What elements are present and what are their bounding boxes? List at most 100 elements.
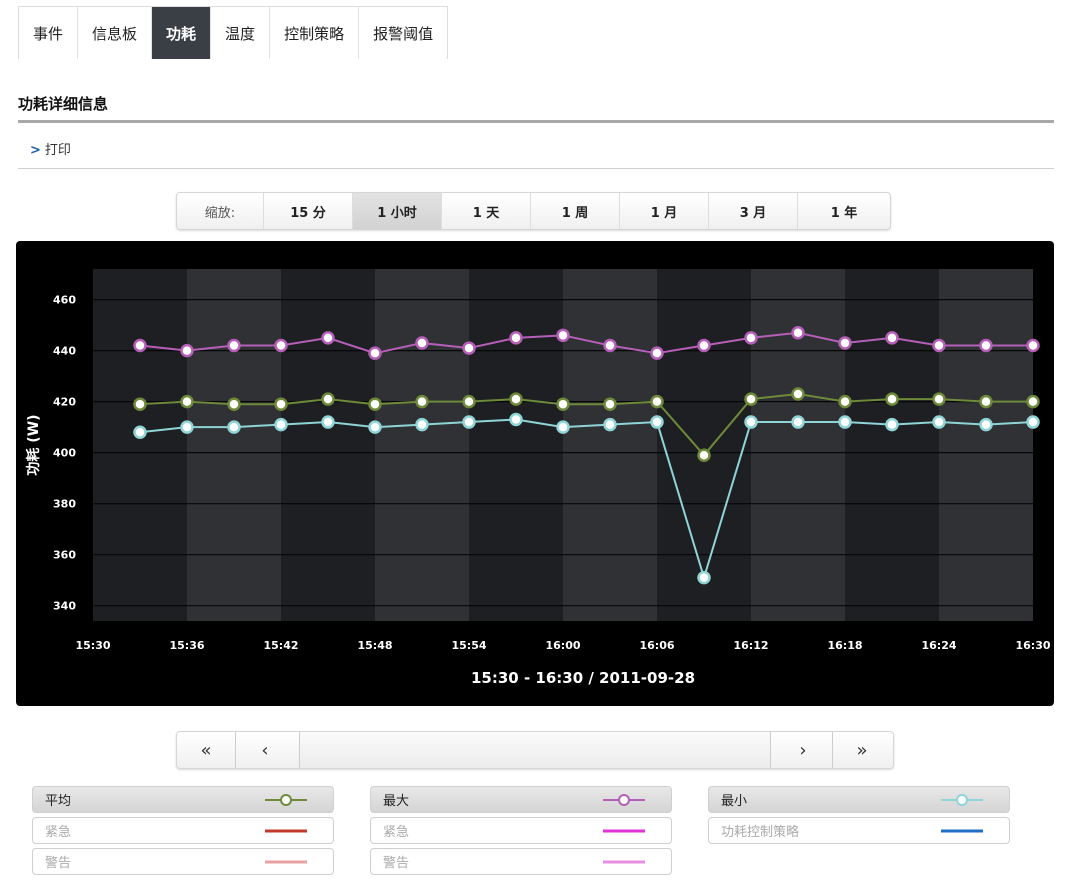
data-point — [180, 343, 194, 358]
line-marker-icon — [265, 793, 307, 806]
legend-avg[interactable]: 平均 — [32, 786, 334, 813]
data-point — [744, 331, 758, 345]
data-point — [462, 394, 476, 409]
data-point — [932, 415, 946, 429]
data-point — [274, 397, 288, 411]
line-icon — [603, 829, 645, 832]
data-point — [415, 394, 429, 409]
data-point — [368, 346, 382, 360]
tab-alarm-threshold[interactable]: 报警阈值 — [359, 7, 447, 59]
legend-column-1: 平均 紧急 警告 — [32, 786, 334, 879]
data-point — [556, 420, 570, 434]
data-point — [885, 331, 899, 345]
plot-band — [751, 269, 845, 621]
legend-max-critical[interactable]: 紧急 — [370, 817, 672, 844]
plot-band — [563, 269, 657, 621]
plot-band — [281, 269, 375, 621]
data-point — [885, 417, 899, 432]
tab-temperature[interactable]: 温度 — [211, 7, 271, 59]
y-tick-label: 420 — [53, 396, 76, 409]
tab-events[interactable]: 事件 — [19, 7, 79, 59]
legend-max-warning[interactable]: 警告 — [370, 848, 672, 875]
y-tick-label: 340 — [53, 600, 76, 613]
x-tick-label: 15:48 — [357, 639, 392, 652]
double-chevron-left-icon: « — [200, 739, 212, 761]
legend-max[interactable]: 最大 — [370, 786, 672, 813]
plot-band — [375, 269, 469, 621]
data-point — [227, 420, 241, 434]
print-label: 打印 — [44, 143, 71, 158]
title-divider — [18, 120, 1054, 123]
legend-avg-critical[interactable]: 紧急 — [32, 817, 334, 844]
data-point — [650, 346, 664, 360]
chevron-right-icon: > — [30, 143, 41, 158]
last-page-button[interactable]: » — [833, 732, 891, 768]
data-point — [368, 397, 382, 411]
print-link[interactable]: > 打印 — [30, 139, 71, 158]
zoom-1month-button[interactable]: 1 月 — [620, 193, 709, 229]
data-point — [603, 397, 617, 411]
legend-column-3: 最小 功耗控制策略 — [708, 786, 1010, 848]
legend-avg-warning[interactable]: 警告 — [32, 848, 334, 875]
x-tick-label: 15:54 — [451, 639, 486, 652]
data-point — [274, 417, 288, 432]
legend-power-policy[interactable]: 功耗控制策略 — [708, 817, 1010, 844]
data-point — [1026, 394, 1040, 409]
y-tick-label: 460 — [53, 294, 76, 307]
data-point — [791, 326, 805, 340]
print-divider — [18, 168, 1054, 169]
legend-label: 警告 — [45, 856, 72, 871]
zoom-15min-button[interactable]: 15 分 — [264, 193, 353, 229]
tab-power[interactable]: 功耗 — [152, 7, 212, 59]
data-point — [462, 341, 476, 355]
tab-control-policy[interactable]: 控制策略 — [270, 7, 360, 59]
legend-label: 紧急 — [45, 825, 72, 840]
legend-label: 最大 — [383, 794, 410, 809]
data-point — [180, 420, 194, 434]
zoom-1week-button[interactable]: 1 周 — [531, 193, 620, 229]
legend-label: 最小 — [721, 794, 748, 809]
chevron-left-icon: ‹ — [261, 739, 269, 761]
data-point — [697, 570, 711, 585]
data-point — [979, 338, 993, 353]
zoom-3month-button[interactable]: 3 月 — [709, 193, 798, 229]
x-tick-label: 16:06 — [639, 639, 674, 652]
data-point — [227, 338, 241, 353]
legend-label: 功耗控制策略 — [721, 825, 800, 840]
plot-band — [93, 269, 187, 621]
data-point — [509, 412, 523, 427]
data-point — [932, 338, 946, 353]
tab-dashboard[interactable]: 信息板 — [78, 7, 153, 59]
time-scrollbar[interactable] — [299, 732, 771, 768]
x-tick-label: 15:36 — [169, 639, 204, 652]
data-point — [180, 394, 194, 409]
first-page-button[interactable]: « — [177, 732, 236, 768]
x-tick-label: 15:30 — [75, 639, 110, 652]
data-point — [321, 331, 335, 345]
x-tick-label: 16:00 — [545, 639, 580, 652]
data-point — [744, 415, 758, 429]
legend-label: 紧急 — [383, 825, 410, 840]
legend-label: 平均 — [45, 794, 72, 809]
zoom-1hour-button[interactable]: 1 小时 — [353, 193, 442, 229]
plot-band — [939, 269, 1033, 621]
data-point — [133, 338, 147, 353]
data-point — [556, 328, 570, 343]
page-title: 功耗详细信息 — [18, 95, 109, 113]
prev-page-button[interactable]: ‹ — [236, 732, 294, 768]
legend-min[interactable]: 最小 — [708, 786, 1010, 813]
data-point — [697, 448, 711, 462]
y-axis-label: 功耗 (W) — [25, 414, 42, 475]
data-point — [603, 417, 617, 432]
next-page-button[interactable]: › — [774, 732, 833, 768]
y-tick-label: 440 — [53, 345, 76, 358]
line-marker-icon — [603, 793, 645, 806]
zoom-1day-button[interactable]: 1 天 — [442, 193, 531, 229]
plot-band — [845, 269, 939, 621]
data-point — [650, 394, 664, 409]
legend-column-2: 最大 紧急 警告 — [370, 786, 672, 879]
data-point — [133, 397, 147, 411]
zoom-1year-button[interactable]: 1 年 — [798, 193, 890, 229]
time-navigation: « ‹ › » — [176, 731, 894, 769]
x-tick-label: 15:42 — [263, 639, 298, 652]
